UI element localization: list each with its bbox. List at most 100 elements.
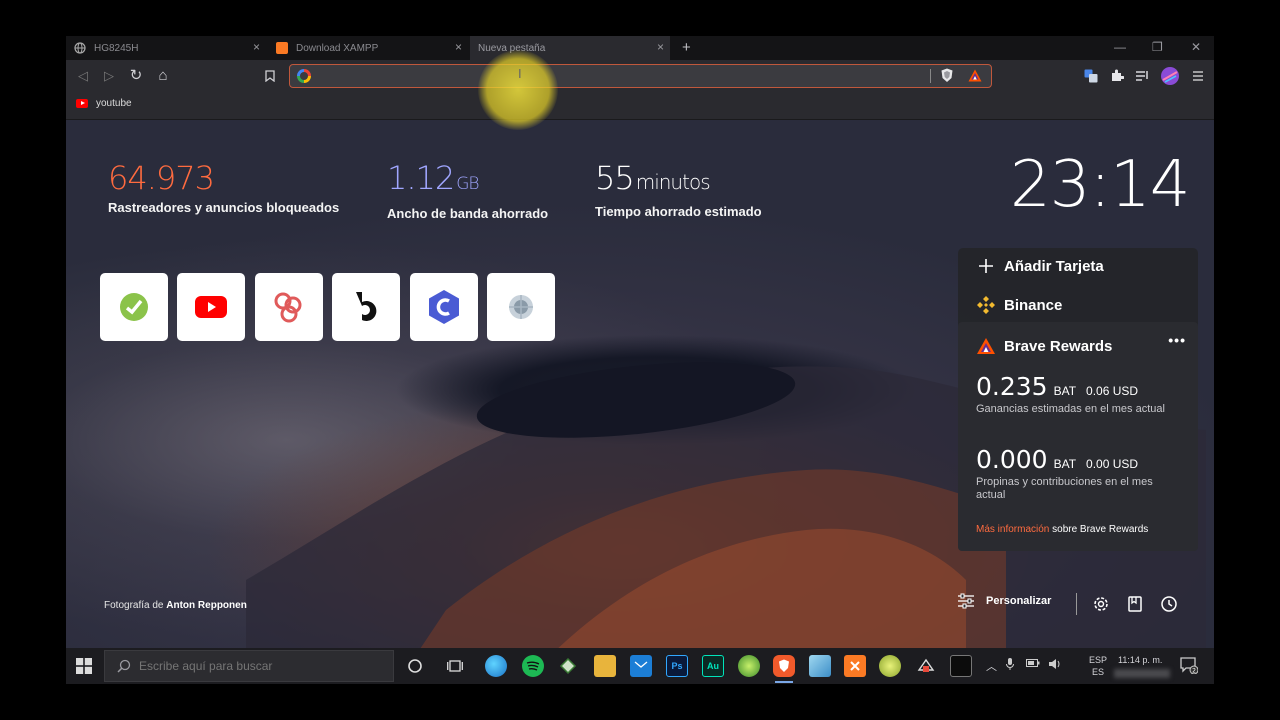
divider [930, 69, 931, 83]
estimated-earnings: 0.235 BAT 0.06 USD Ganancias estimadas en … [976, 372, 1176, 416]
volume-icon[interactable] [1048, 658, 1062, 673]
close-window-button[interactable]: ✕ [1191, 40, 1201, 54]
app-icon-3[interactable] [809, 655, 831, 677]
taskbar-search-input[interactable] [139, 659, 379, 673]
top-site-1[interactable] [100, 273, 168, 341]
new-tab-page: 64.973 Rastreadores y anuncios bloqueado… [66, 120, 1214, 648]
lang-line1: ESP [1089, 655, 1108, 665]
home-button[interactable]: ⌂ [154, 67, 172, 85]
minimize-button[interactable]: — [1114, 40, 1126, 54]
binance-card[interactable]: Binance [976, 295, 1062, 315]
more-info-link[interactable]: Más información [976, 524, 1049, 535]
bookmark-button[interactable] [261, 67, 279, 85]
top-site-4[interactable] [332, 273, 400, 341]
app-icon-2[interactable] [738, 655, 760, 677]
bookmark-youtube[interactable]: youtube [76, 98, 132, 109]
tab-download-xampp[interactable]: Download XAMPP × [268, 36, 468, 60]
microphone-icon[interactable] [1006, 658, 1014, 673]
translate-button[interactable] [1082, 67, 1100, 85]
windows-start-icon[interactable] [76, 658, 92, 674]
notification-count: 2 [1192, 668, 1196, 675]
circles-icon [274, 292, 302, 323]
address-bar[interactable] [289, 64, 992, 88]
tab-close-button[interactable]: × [657, 41, 664, 53]
search-icon [117, 659, 131, 673]
app-icon[interactable] [557, 655, 579, 677]
bat-icon [976, 336, 996, 356]
audition-icon[interactable]: Au [702, 655, 724, 677]
more-info-text: Más información sobre Brave Rewards [976, 524, 1148, 535]
tab-close-button[interactable]: × [253, 41, 260, 53]
history-icon[interactable] [1160, 595, 1178, 613]
extensions-button[interactable] [1108, 67, 1126, 85]
mail-icon[interactable] [630, 655, 652, 677]
profile-button[interactable] [1161, 67, 1179, 85]
reload-button[interactable]: ↻ [127, 67, 145, 85]
taskbar-clock[interactable]: 11:14 p. m. [1118, 654, 1162, 666]
stat-trackers: 64.973 Rastreadores y anuncios bloqueado… [108, 160, 339, 215]
edge-icon[interactable] [485, 655, 507, 677]
toolbar: ◁ ▷ ↻ ⌂ [66, 60, 1214, 92]
taskbar-search[interactable] [104, 650, 394, 682]
bandwidth-label: Ancho de banda ahorrado [387, 206, 549, 221]
tab-title: Nueva pestaña [478, 42, 546, 54]
stat-bandwidth: 1.12 GB Ancho de banda ahorrado [387, 160, 548, 221]
tab-title: Download XAMPP [296, 42, 379, 54]
photoshop-icon[interactable]: Ps [666, 655, 688, 677]
maximize-button[interactable]: ❐ [1152, 40, 1163, 54]
app-icon-5[interactable] [915, 655, 937, 677]
xampp-taskbar-icon[interactable] [844, 655, 866, 677]
credit-author[interactable]: Anton Repponen [166, 600, 247, 611]
tab-hg8245h[interactable]: HG8245H × [66, 36, 266, 60]
back-button[interactable]: ◁ [74, 67, 92, 85]
trackers-count: 64.973 [108, 159, 215, 197]
rewards-title: Brave Rewards [1004, 337, 1113, 355]
forward-button[interactable]: ▷ [100, 67, 118, 85]
playlist-button[interactable] [1134, 67, 1152, 85]
earnings-bat: BAT [1053, 384, 1077, 398]
battery-icon[interactable] [1026, 658, 1040, 671]
earnings-value: 0.235 [976, 372, 1048, 401]
brave-shield-icon[interactable] [940, 68, 954, 83]
terminal-icon[interactable] [950, 655, 972, 677]
browser-window: HG8245H × Download XAMPP × Nueva pestaña… [66, 36, 1214, 684]
top-site-5[interactable] [410, 273, 478, 341]
app-icon-4[interactable] [879, 655, 901, 677]
stat-time-saved: 55 minutos Tiempo ahorrado estimado [595, 160, 762, 219]
windows-taskbar: Ps Au ︿ ESP ES 11:14 p. m. 2 [66, 648, 1214, 684]
add-card-button[interactable]: Añadir Tarjeta [976, 256, 1104, 276]
file-explorer-icon[interactable] [594, 655, 616, 677]
tab-close-button[interactable]: × [455, 41, 462, 53]
notifications-button[interactable]: 2 [1180, 656, 1199, 675]
top-site-3[interactable] [255, 273, 323, 341]
brave-rewards-icon[interactable] [968, 69, 982, 82]
spotify-icon[interactable] [522, 655, 544, 677]
brave-taskbar-icon[interactable] [773, 655, 795, 683]
menu-button[interactable] [1189, 67, 1207, 85]
customize-label: Personalizar [986, 595, 1052, 607]
customize-button[interactable]: Personalizar [958, 593, 1051, 609]
language-indicator[interactable]: ESP ES [1089, 654, 1107, 678]
rewards-more-button[interactable]: ••• [1168, 332, 1186, 348]
tab-nueva-pestana[interactable]: Nueva pestaña × [470, 36, 670, 60]
lang-line2: ES [1092, 667, 1105, 677]
top-site-6[interactable] [487, 273, 555, 341]
new-tab-button[interactable]: + [682, 39, 691, 57]
time-unit: minutos [635, 170, 711, 194]
tab-title: HG8245H [94, 42, 139, 54]
top-site-youtube[interactable] [177, 273, 245, 341]
task-view-icon[interactable] [444, 655, 466, 677]
binance-label: Binance [1004, 296, 1063, 314]
bookmark-label: youtube [96, 98, 132, 109]
settings-gear-icon[interactable] [1092, 595, 1110, 613]
sliders-icon [958, 593, 974, 609]
earnings-desc: Ganancias estimadas en el mes actual [976, 403, 1165, 415]
youtube-icon [76, 99, 88, 108]
plus-icon [976, 256, 996, 276]
bookmarks-icon[interactable] [1126, 595, 1144, 613]
brave-rewards-card: Brave Rewards ••• 0.235 BAT 0.06 USD Ganan… [958, 322, 1198, 551]
tray-chevron-icon[interactable]: ︿ [986, 658, 997, 674]
cortana-icon[interactable] [404, 655, 426, 677]
xampp-icon [276, 42, 288, 54]
address-input[interactable] [316, 67, 916, 85]
